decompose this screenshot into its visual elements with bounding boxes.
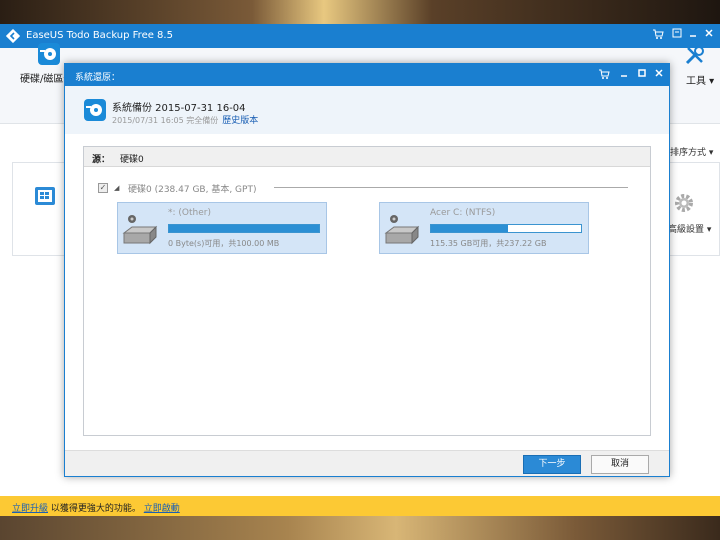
source-value: 硬碟0 [120, 155, 144, 165]
upgrade-banner-text: 立即升級 以獲得更強大的功能。 立即啟動 [12, 501, 180, 514]
activate-link[interactable]: 立即啟動 [144, 504, 180, 514]
backup-info-text: 2015/07/31 16:05 完全備份 [112, 116, 219, 125]
close-icon[interactable] [702, 28, 716, 42]
source-header: 源： 硬碟0 [84, 147, 650, 167]
menu-icon[interactable] [670, 28, 684, 42]
partition-name: *: (Other) [168, 208, 211, 218]
hard-drive-icon [122, 215, 158, 245]
advanced-settings-dropdown[interactable]: 高級設置 ▾ [668, 222, 711, 235]
gear-icon [675, 194, 693, 212]
collapse-arrow-icon[interactable]: ◢ [114, 184, 119, 192]
tools-icon[interactable] [684, 44, 706, 66]
next-button[interactable]: 下一步 [523, 455, 581, 474]
backup-info: 2015/07/31 16:05 完全備份 歷史版本 [112, 113, 258, 126]
partition-usage-fill [169, 225, 319, 232]
upgrade-banner: 立即升級 以獲得更強大的功能。 立即啟動 [0, 496, 720, 516]
disk-divider [274, 187, 628, 188]
dialog-maximize-icon[interactable] [635, 68, 649, 82]
cart-icon[interactable] [651, 28, 665, 42]
partition-usage-fill [431, 225, 508, 232]
partition-usage-bar [168, 224, 320, 233]
disk-checkbox[interactable]: ✓ [98, 183, 108, 193]
upgrade-link[interactable]: 立即升級 [12, 504, 48, 514]
dialog-titlebar: 系統還原： [65, 64, 669, 86]
backup-task-card[interactable] [12, 162, 66, 256]
disk-label: 硬碟0 (238.47 GB, 基本, GPT) [128, 185, 257, 195]
partition-usage-text: 0 Byte(s)可用，共100.00 MB [168, 239, 280, 248]
disk-backup-icon[interactable] [37, 42, 61, 66]
partition-name: Acer C: (NTFS) [430, 208, 496, 218]
easeus-logo-icon [6, 29, 20, 43]
partition-other[interactable]: *: (Other) 0 Byte(s)可用，共100.00 MB [117, 202, 327, 254]
minimize-icon[interactable] [686, 28, 700, 42]
source-panel: 源： 硬碟0 ✓ ◢ 硬碟0 (238.47 GB, 基本, GPT) *: (… [83, 146, 651, 436]
dialog-minimize-icon[interactable] [617, 68, 631, 82]
system-restore-dialog: 系統還原： 系統備份 2015-07-31 16-04 2015/07/31 1… [64, 63, 670, 477]
dialog-title: 系統還原： [75, 73, 121, 83]
source-label: 源： [92, 155, 111, 165]
dialog-cart-icon[interactable] [597, 68, 611, 82]
dialog-close-icon[interactable] [652, 68, 666, 82]
dialog-footer: 下一步 取消 [65, 450, 669, 476]
partition-usage-bar [430, 224, 582, 233]
sort-dropdown[interactable]: 排序方式 ▾ [670, 145, 713, 158]
tools-label[interactable]: 工具 ▾ [686, 72, 714, 87]
disk-backup-label[interactable]: 硬碟/磁區備 [20, 70, 66, 85]
hard-drive-icon [384, 215, 420, 245]
cancel-button[interactable]: 取消 [591, 455, 649, 474]
desktop-wallpaper-top [0, 0, 720, 24]
backup-image-icon [84, 99, 106, 121]
app-title: EaseUS Todo Backup Free 8.5 [26, 30, 173, 41]
backup-name: 系統備份 2015-07-31 16-04 [112, 103, 246, 114]
windows-system-icon [35, 187, 55, 205]
partition-acer-c[interactable]: Acer C: (NTFS) 115.35 GB可用，共237.22 GB [379, 202, 589, 254]
desktop-wallpaper-bottom [0, 516, 720, 540]
upgrade-message: 以獲得更強大的功能。 [48, 504, 144, 514]
main-titlebar: EaseUS Todo Backup Free 8.5 [0, 24, 720, 48]
partition-usage-text: 115.35 GB可用，共237.22 GB [430, 239, 547, 248]
history-version-link[interactable]: 歷史版本 [222, 116, 258, 126]
